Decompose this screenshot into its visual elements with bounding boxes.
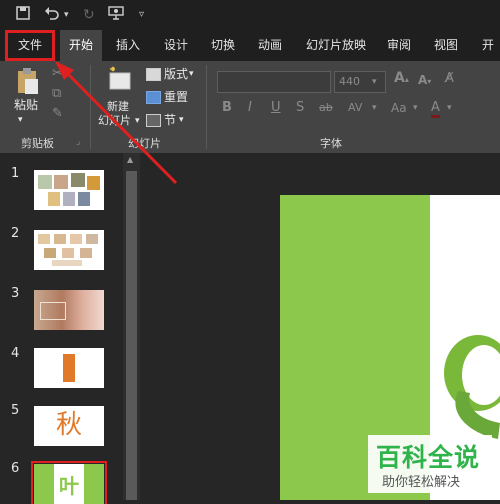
annotation-arrow xyxy=(55,61,178,185)
